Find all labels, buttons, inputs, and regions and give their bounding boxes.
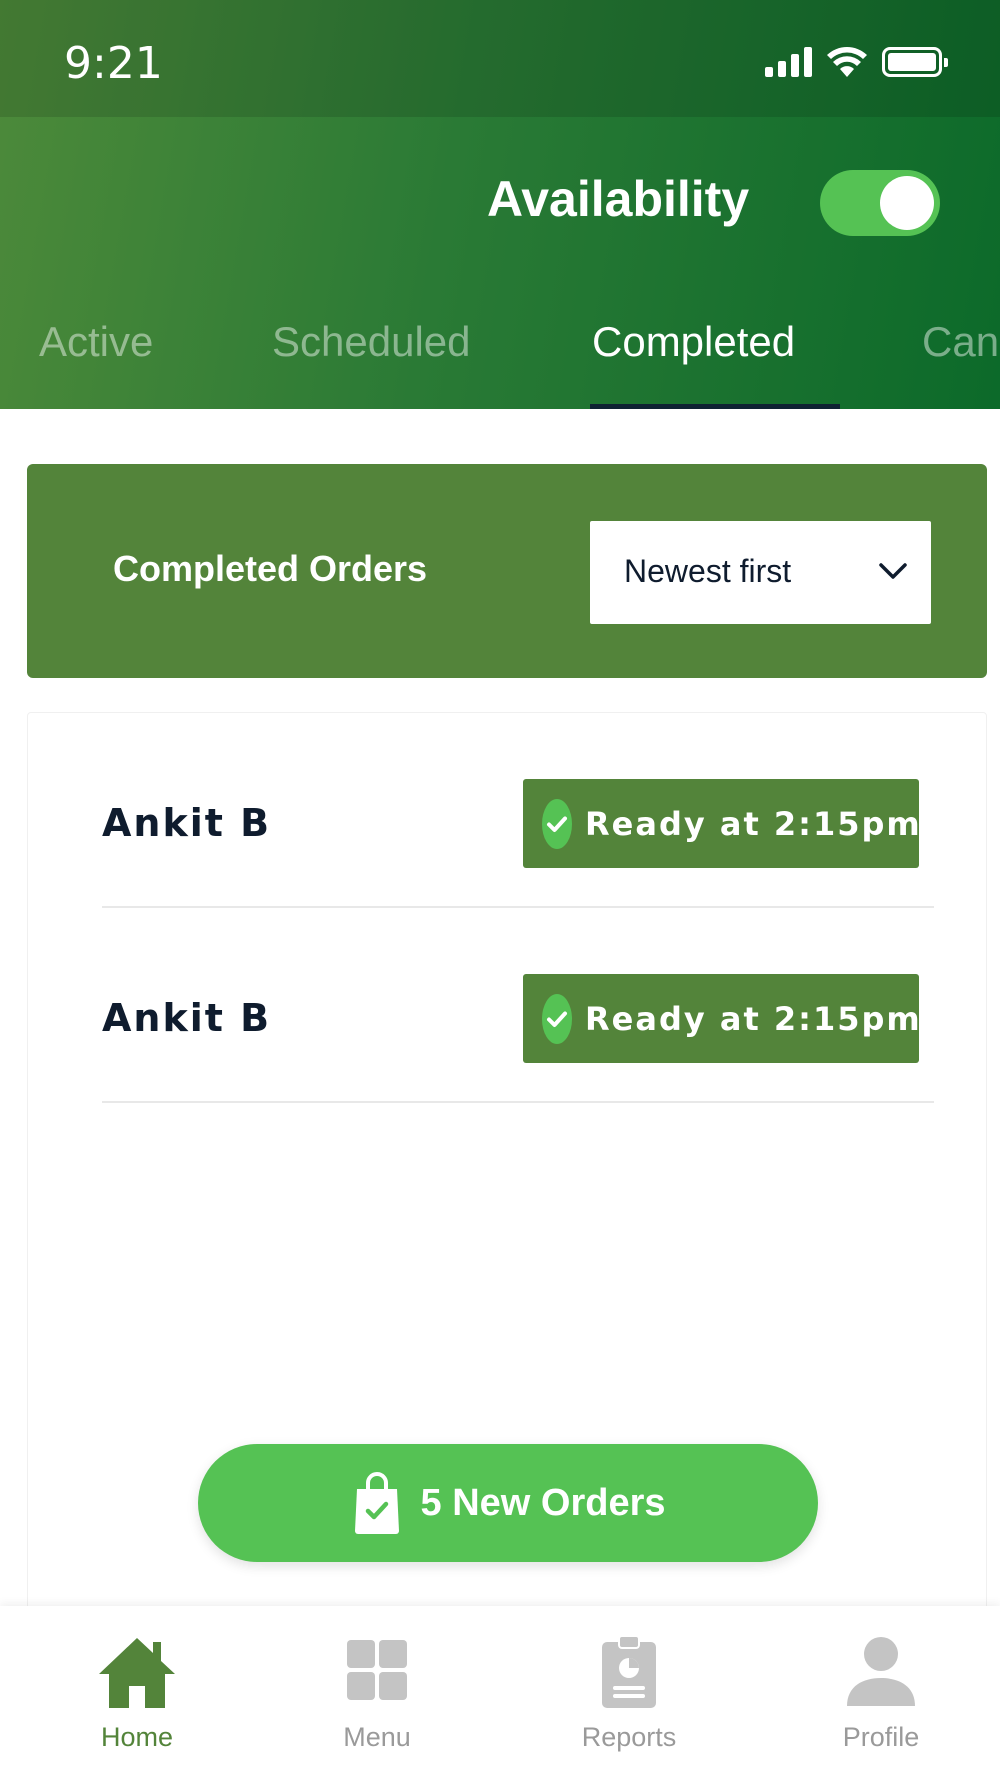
check-circle-icon (542, 798, 572, 849)
status-text: Ready at 2:15pm (585, 999, 922, 1038)
tab-active[interactable]: Active (39, 318, 153, 366)
wifi-icon (827, 47, 867, 77)
order-row[interactable]: Ankit B Ready at 2:15pm (102, 908, 934, 1103)
status-time: 9:21 (64, 38, 163, 89)
battery-icon (882, 47, 948, 77)
availability-label: Availability (487, 171, 750, 227)
tab-cancelled[interactable]: Can (922, 318, 999, 366)
home-icon (99, 1638, 175, 1708)
new-orders-label: 5 New Orders (420, 1481, 666, 1524)
tab-completed[interactable]: Completed (592, 318, 795, 366)
bottom-navigation: Home Menu Reports Profile (0, 1606, 1000, 1778)
tab-scheduled[interactable]: Scheduled (272, 318, 471, 366)
completed-orders-banner: Completed Orders Newest first (27, 464, 987, 678)
customer-name: Ankit B (102, 996, 272, 1040)
nav-item-profile[interactable]: Profile (756, 1606, 1000, 1778)
nav-label-menu: Menu (343, 1722, 411, 1752)
section-title: Completed Orders (113, 548, 428, 589)
cellular-signal-icon (765, 47, 812, 77)
nav-label-reports: Reports (581, 1722, 677, 1752)
shopping-bag-check-icon (354, 1472, 399, 1534)
person-icon (847, 1637, 915, 1706)
nav-label-profile: Profile (842, 1722, 920, 1752)
customer-name: Ankit B (102, 801, 272, 845)
sort-selected-value: Newest first (624, 553, 792, 589)
status-badge: Ready at 2:15pm (523, 779, 922, 868)
check-circle-icon (542, 993, 572, 1044)
system-icons (765, 44, 948, 80)
status-bar: 9:21 (0, 0, 1000, 117)
status-text: Ready at 2:15pm (585, 804, 922, 843)
nav-label-home: Home (100, 1722, 174, 1752)
new-orders-button[interactable]: 5 New Orders (198, 1444, 818, 1562)
order-row[interactable]: Ankit B Ready at 2:15pm (102, 713, 934, 908)
status-badge: Ready at 2:15pm (523, 974, 922, 1063)
nav-item-menu[interactable]: Menu (252, 1606, 502, 1778)
clipboard-chart-icon (602, 1635, 656, 1708)
active-tab-indicator (590, 404, 840, 409)
toggle-knob (880, 176, 934, 230)
nav-item-reports[interactable]: Reports (504, 1606, 754, 1778)
chevron-down-icon (879, 563, 907, 579)
nav-item-home[interactable]: Home (12, 1606, 262, 1778)
app-header: 9:21 Availability Active Scheduled Compl… (0, 0, 1000, 409)
order-tabs: Active Scheduled Completed Can (0, 300, 1000, 409)
sort-dropdown[interactable]: Newest first (590, 521, 931, 624)
availability-toggle[interactable] (820, 170, 940, 236)
grid-icon (347, 1640, 407, 1700)
